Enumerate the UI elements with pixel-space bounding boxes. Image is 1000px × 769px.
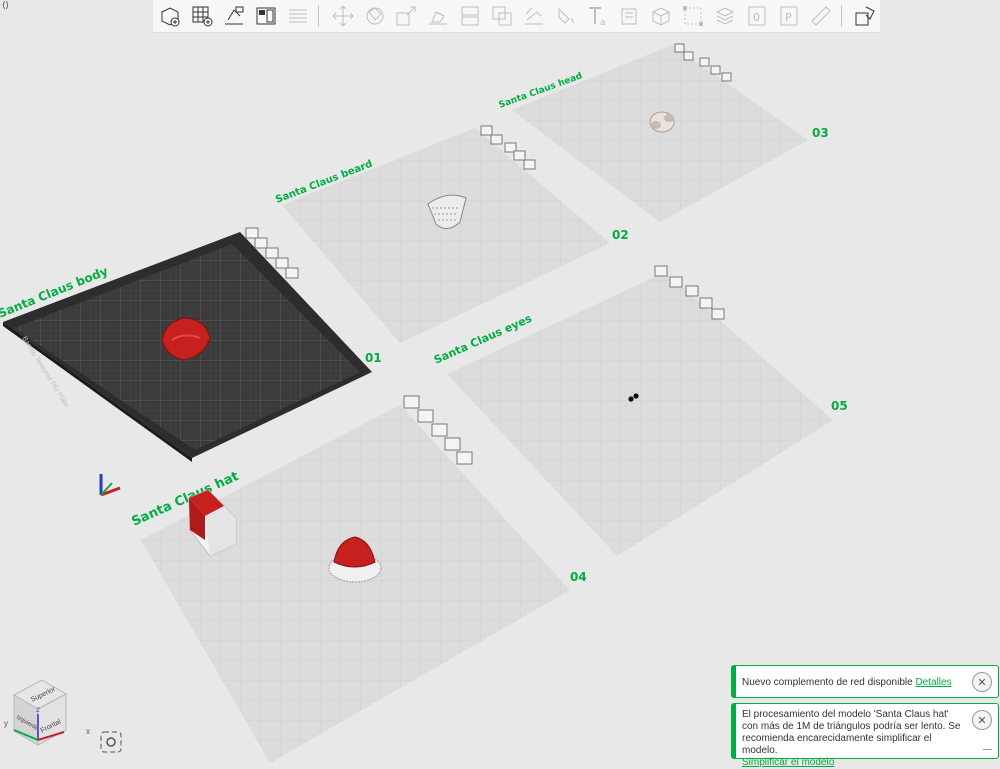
pick-plate-icon[interactable]	[669, 276, 683, 288]
close-icon[interactable]: ✕	[972, 672, 992, 692]
notification-text: Nuevo complemento de red disponible	[742, 677, 913, 688]
delete-plate-icon[interactable]	[245, 227, 259, 239]
plate-05-number: 05	[831, 399, 848, 413]
delete-plate-icon[interactable]	[654, 265, 668, 277]
delete-plate-icon[interactable]	[674, 43, 685, 53]
plate-04-number: 04	[570, 570, 587, 584]
notification-simplify-model: El procesamiento del modelo 'Santa Claus…	[731, 703, 999, 768]
lock-plate-icon[interactable]	[710, 65, 721, 75]
plate-03-number: 03	[812, 126, 829, 140]
plate-02[interactable]: Santa Claus beard 02	[274, 125, 629, 343]
details-link[interactable]: Detalles	[915, 677, 951, 688]
fit-view-icon[interactable]	[100, 731, 122, 753]
view-cube[interactable]: Superior Frontal Izquierda z y x	[4, 679, 90, 746]
arrange-plate-icon[interactable]	[699, 57, 710, 67]
plate-settings-icon[interactable]	[285, 267, 299, 279]
x-axis-label: x	[86, 727, 90, 736]
pick-plate-icon[interactable]	[254, 237, 268, 249]
arrange-plate-icon[interactable]	[265, 247, 279, 259]
plate-settings-icon[interactable]	[721, 72, 732, 82]
pick-plate-icon[interactable]	[490, 134, 503, 145]
minimize-icon[interactable]	[983, 749, 992, 755]
lock-plate-icon[interactable]	[513, 150, 526, 161]
arrange-plate-icon[interactable]	[685, 285, 699, 297]
notification-text: El procesamiento del modelo 'Santa Claus…	[742, 709, 961, 756]
plate-01-number: 01	[365, 351, 382, 365]
notification-network-plugin: Nuevo complemento de red disponible Deta…	[731, 665, 999, 698]
plate-02-number: 02	[612, 228, 629, 242]
close-icon[interactable]: ✕	[972, 710, 992, 730]
y-axis-label: y	[4, 719, 8, 728]
pick-plate-icon[interactable]	[417, 409, 434, 423]
z-axis-label: z	[36, 705, 40, 714]
lock-plate-icon[interactable]	[444, 437, 461, 451]
delete-plate-icon[interactable]	[403, 395, 420, 409]
pick-plate-icon[interactable]	[683, 51, 694, 61]
delete-plate-icon[interactable]	[480, 125, 493, 136]
lock-plate-icon[interactable]	[699, 297, 713, 309]
lock-plate-icon[interactable]	[275, 257, 289, 269]
plate-settings-icon[interactable]	[456, 451, 473, 465]
plate-settings-icon[interactable]	[523, 159, 536, 170]
santa-head-model[interactable]	[649, 111, 675, 133]
3d-viewport[interactable]: Santa Claus head 03 Santa Claus beard 02	[0, 0, 1000, 763]
plate-settings-icon[interactable]	[711, 308, 725, 320]
arrange-plate-icon[interactable]	[431, 423, 448, 437]
origin-axes	[99, 474, 121, 497]
